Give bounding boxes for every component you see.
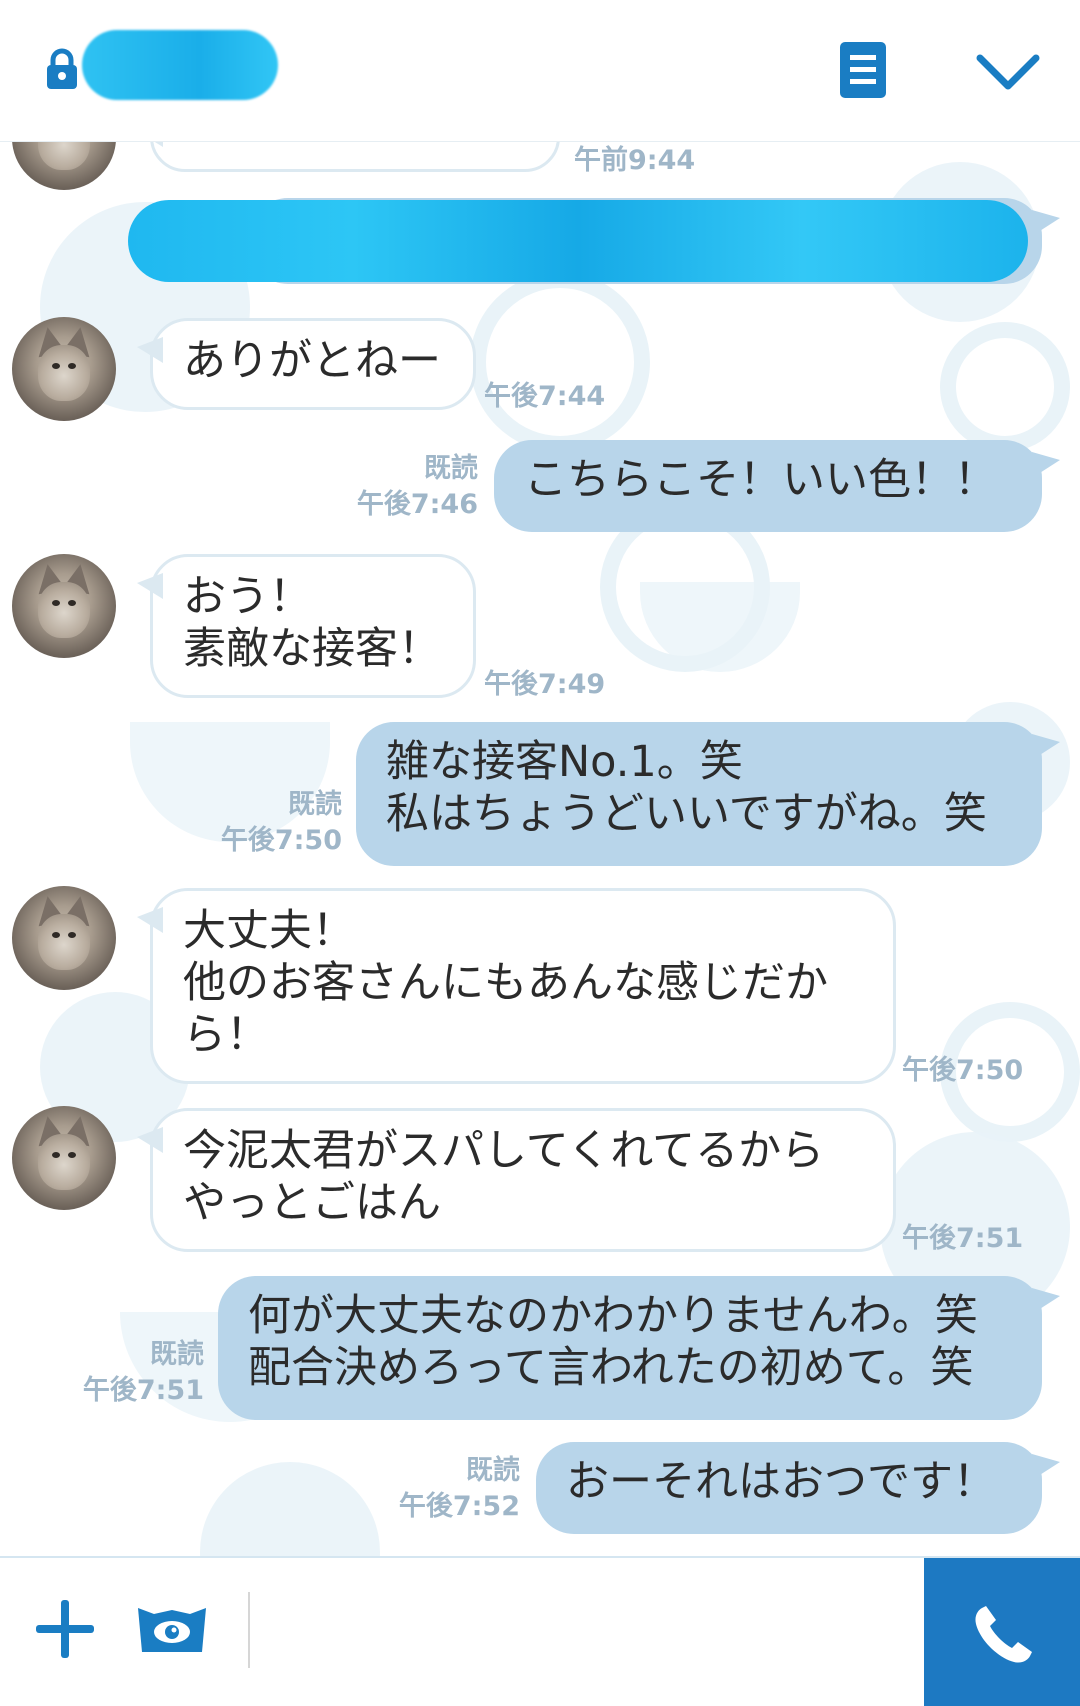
lock-icon	[47, 48, 77, 89]
read-receipt: 既読	[150, 1339, 204, 1370]
read-receipt: 既読	[288, 789, 342, 820]
plus-icon[interactable]	[36, 1600, 94, 1658]
message-bubble: 何が大丈夫なのかわかりませんわ。笑 配合決めろって言われたの初めて。笑	[218, 1276, 1060, 1420]
monster-sticker-icon[interactable]	[134, 1604, 210, 1656]
input-bar	[0, 1556, 1080, 1706]
avatar[interactable]	[12, 142, 116, 190]
message-bubble: 今泥太君がスパしてくれてるから やっとごはん	[137, 1108, 896, 1252]
chat-area[interactable]: 午前9:44 ありがとねー 午後7:44 既読 午後7:46 こちらこそ！いい色…	[0, 142, 1080, 1556]
redaction-scribble	[128, 200, 1028, 282]
message-bubble: こちらこそ！いい色！！	[494, 440, 1060, 532]
message-time: 午後7:50	[220, 825, 342, 856]
watermark-shape	[940, 322, 1070, 452]
message-time: 午後7:51	[902, 1223, 1024, 1254]
message-time: 午前9:44	[574, 145, 696, 176]
avatar[interactable]	[12, 554, 116, 658]
message-bubble: おーそれはおつです！	[536, 1442, 1060, 1534]
input-divider	[248, 1592, 250, 1668]
read-receipt: 既読	[424, 453, 478, 484]
message-time: 午後7:44	[484, 381, 606, 412]
avatar[interactable]	[12, 317, 116, 421]
chevron-down-icon[interactable]	[976, 52, 1040, 92]
message-bubble: 雑な接客No.1。笑 私はちょうどいいですがね。笑	[356, 722, 1060, 866]
avatar[interactable]	[12, 886, 116, 990]
message-bubble-partial	[137, 142, 560, 172]
message-time: 午後7:46	[356, 489, 478, 520]
message-bubble: 大丈夫！ 他のお客さんにもあんな感じだか ら！	[137, 888, 896, 1084]
avatar[interactable]	[12, 1106, 116, 1210]
contact-name-redacted	[82, 30, 278, 100]
watermark-shape	[470, 272, 650, 452]
message-time: 午後7:51	[82, 1375, 204, 1406]
message-time: 午後7:52	[398, 1491, 520, 1522]
phone-icon	[975, 1606, 1032, 1663]
document-list-icon[interactable]	[840, 42, 886, 98]
message-time: 午後7:50	[902, 1055, 1024, 1086]
message-time: 午後7:49	[484, 669, 606, 700]
message-bubble: ありがとねー	[137, 318, 476, 410]
message-bubble: おう！ 素敵な接客！	[137, 554, 476, 698]
chat-header	[0, 0, 1080, 142]
read-receipt: 既読	[466, 1455, 520, 1486]
watermark-shape	[200, 1462, 380, 1556]
call-button[interactable]	[924, 1558, 1080, 1706]
